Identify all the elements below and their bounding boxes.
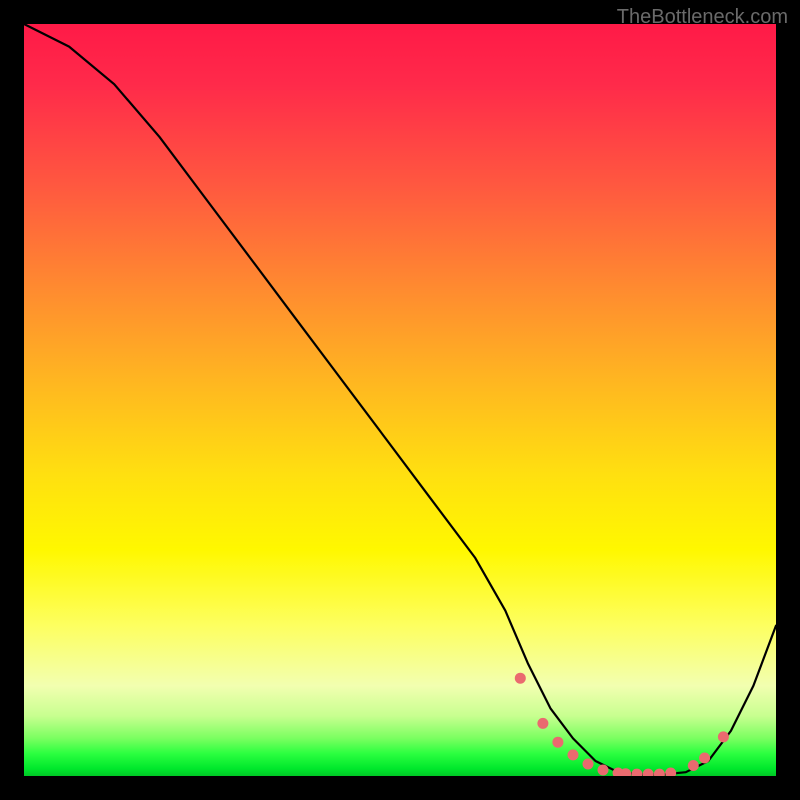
chart-marker-dot — [654, 769, 665, 776]
chart-curve — [24, 24, 776, 775]
chart-marker-dot — [598, 765, 609, 776]
chart-marker-dot — [699, 753, 710, 764]
chart-marker-dot — [537, 718, 548, 729]
chart-markers — [515, 673, 729, 776]
chart-marker-dot — [665, 768, 676, 777]
chart-marker-dot — [718, 731, 729, 742]
chart-marker-dot — [515, 673, 526, 684]
chart-marker-dot — [631, 769, 642, 776]
chart-marker-dot — [568, 749, 579, 760]
chart-marker-dot — [583, 759, 594, 770]
chart-area — [24, 24, 776, 776]
watermark-text: TheBottleneck.com — [617, 6, 788, 29]
chart-marker-dot — [552, 737, 563, 748]
chart-svg — [24, 24, 776, 776]
chart-marker-dot — [688, 760, 699, 771]
chart-marker-dot — [643, 769, 654, 776]
